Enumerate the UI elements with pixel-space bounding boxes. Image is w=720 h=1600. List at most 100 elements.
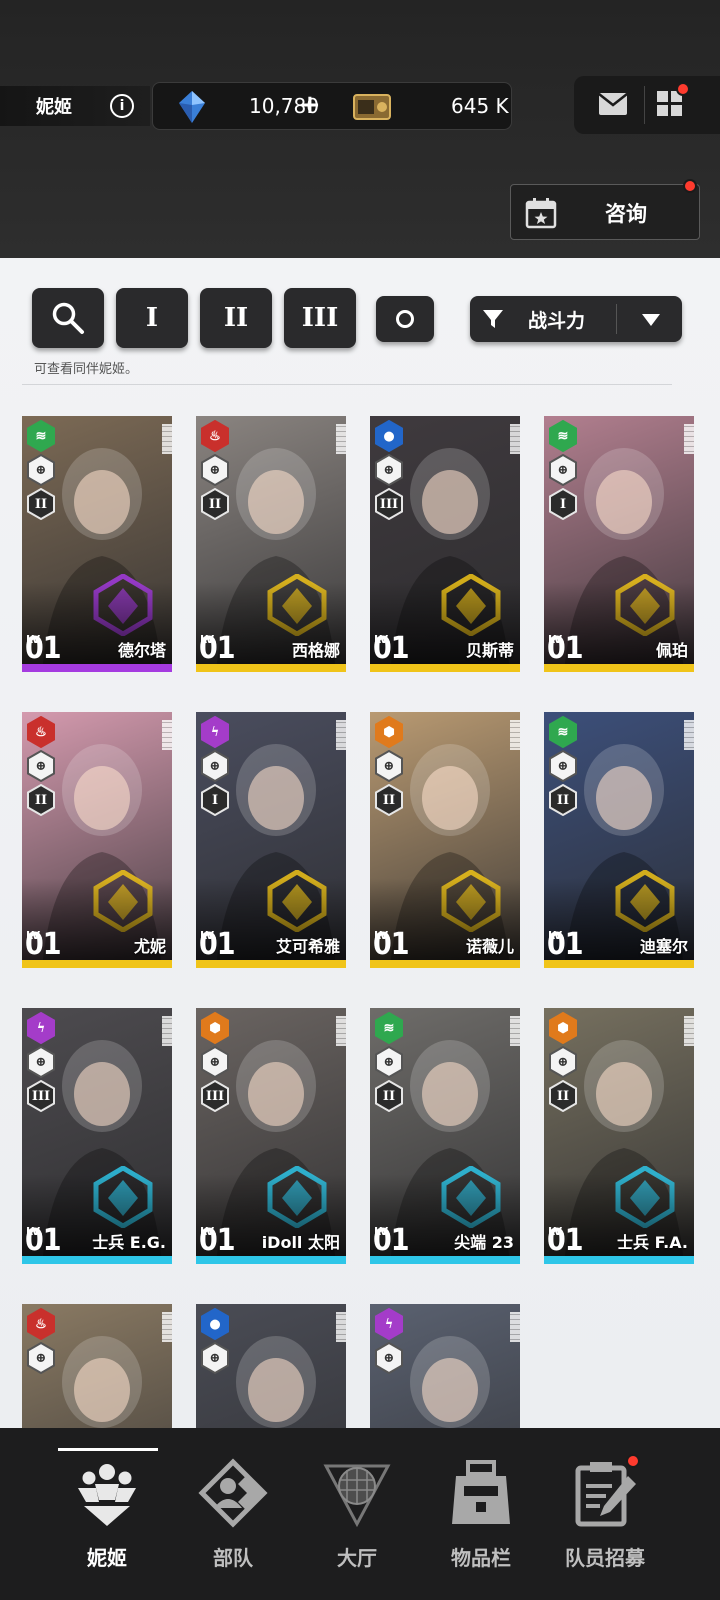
- consult-button[interactable]: 咨询: [510, 179, 700, 240]
- level-value: 01: [199, 927, 236, 962]
- barcode-decoration: [336, 1312, 346, 1342]
- nikke-card[interactable]: ϟ ⊕ III LV. 01 士兵 E.G.: [22, 1008, 172, 1264]
- nav-squad[interactable]: 部队: [168, 1428, 288, 1600]
- section-title: 妮姬: [36, 97, 72, 118]
- hint-text: 可查看同伴妮姬。: [34, 362, 139, 377]
- burst-label: II: [382, 1088, 396, 1104]
- burst-label: I: [211, 792, 219, 808]
- search-button[interactable]: [32, 288, 104, 348]
- divider: [644, 86, 645, 124]
- burst-type-icon: II: [374, 1080, 404, 1112]
- weapon-type-icon: ⊕: [374, 1046, 404, 1078]
- info-icon[interactable]: i: [110, 94, 134, 118]
- nikke-name: 尖端 23: [454, 1233, 514, 1252]
- nikke-card[interactable]: ♨ ⊕: [22, 1304, 172, 1428]
- gem-icon: [179, 91, 205, 123]
- level-value: 01: [199, 631, 236, 666]
- weapon-type-icon: ⊕: [200, 454, 230, 486]
- sort-dropdown[interactable]: 战斗力: [470, 296, 682, 342]
- nikke-card[interactable]: ● ⊕ III LV. 01 贝斯蒂: [370, 416, 520, 672]
- fire-element-icon: ♨: [26, 716, 56, 748]
- nikke-card[interactable]: ♨ ⊕ II LV. 01 尤妮: [22, 712, 172, 968]
- wind-element-icon: ≋: [548, 716, 578, 748]
- weapon-type-icon: ⊕: [374, 1342, 404, 1374]
- nav-recruit-label: 队员招募: [565, 1546, 645, 1570]
- chevron-down-icon: [642, 314, 660, 326]
- weapon-type-icon: ⊕: [200, 750, 230, 782]
- nikke-card[interactable]: ≋ ⊕ II LV. 01 尖端 23: [370, 1008, 520, 1264]
- filter-class-1-button[interactable]: I: [116, 288, 188, 348]
- weapon-type-icon: ⊕: [200, 1342, 230, 1374]
- burst-type-icon: III: [374, 488, 404, 520]
- nikke-card[interactable]: ≋ ⊕ I LV. 01 佩珀: [544, 416, 694, 672]
- inventory-icon: [452, 1460, 510, 1524]
- electric-element-icon: ϟ: [26, 1012, 56, 1044]
- burst-label: I: [559, 496, 567, 512]
- barcode-decoration: [684, 720, 694, 750]
- nav-recruit[interactable]: 队员招募: [540, 1428, 660, 1600]
- burst-type-icon: I: [200, 784, 230, 816]
- burst-type-icon: II: [200, 488, 230, 520]
- burst-label: II: [34, 496, 48, 512]
- barcode-decoration: [336, 720, 346, 750]
- filter-class-3-button[interactable]: III: [284, 288, 356, 348]
- credit-icon: [353, 94, 391, 120]
- divider: [616, 304, 617, 334]
- nikke-card[interactable]: ϟ ⊕: [370, 1304, 520, 1428]
- nikke-card[interactable]: ⬢ ⊕ II LV. 01 士兵 F.A.: [544, 1008, 694, 1264]
- nikke-name: 佩珀: [655, 641, 688, 660]
- nikke-card[interactable]: ≋ ⊕ II LV. 01 德尔塔: [22, 416, 172, 672]
- level-value: 01: [373, 1223, 410, 1258]
- nikke-name: iDoll 太阳: [261, 1233, 340, 1252]
- nikke-card[interactable]: ● ⊕: [196, 1304, 346, 1428]
- recruit-icon: [575, 1462, 636, 1527]
- burst-label: II: [382, 792, 396, 808]
- nav-lobby-label: 大厅: [337, 1546, 377, 1570]
- add-gems-button[interactable]: +: [299, 90, 321, 120]
- mail-icon[interactable]: [598, 92, 628, 116]
- calendar-icon: [525, 198, 557, 229]
- nav-lobby[interactable]: 大厅: [292, 1428, 412, 1600]
- weapon-type-icon: ⊕: [548, 750, 578, 782]
- nav-inventory[interactable]: 物品栏: [416, 1428, 536, 1600]
- nav-nikke[interactable]: 妮姬: [42, 1428, 162, 1600]
- wind-element-icon: ≋: [26, 420, 56, 452]
- top-bar: 妮姬 i 10,780 + 645 K 咨询: [0, 0, 720, 258]
- weapon-type-icon: ⊕: [26, 1046, 56, 1078]
- filter-all-button[interactable]: [376, 296, 434, 342]
- level-value: 01: [25, 631, 62, 666]
- nikke-name: 尤妮: [133, 937, 166, 956]
- nikke-card[interactable]: ♨ ⊕ II LV. 01 西格娜: [196, 416, 346, 672]
- barcode-decoration: [162, 1016, 172, 1046]
- nikke-card[interactable]: ϟ ⊕ I LV. 01 艾可希雅: [196, 712, 346, 968]
- notification-dot: [626, 1454, 640, 1468]
- barcode-decoration: [162, 1312, 172, 1342]
- nikke-card[interactable]: ⬢ ⊕ II LV. 01 诺薇儿: [370, 712, 520, 968]
- burst-type-icon: II: [26, 784, 56, 816]
- nikke-card[interactable]: ≋ ⊕ II LV. 01 迪塞尔: [544, 712, 694, 968]
- bottom-nav: 妮姬 部队 大厅 物品栏 队员招募: [0, 1428, 720, 1600]
- burst-label: II: [34, 792, 48, 808]
- weapon-type-icon: ⊕: [26, 1342, 56, 1374]
- nikke-list-panel: I II III 战斗力 可查看同伴妮姬。 ≋ ⊕ II LV. 01 德尔塔 ♨ ⊕ II LV…: [0, 258, 720, 1428]
- weapon-type-icon: ⊕: [548, 1046, 578, 1078]
- filter-class-2-button[interactable]: II: [200, 288, 272, 348]
- weapon-type-icon: ⊕: [374, 750, 404, 782]
- level-value: 01: [547, 927, 584, 962]
- nav-squad-label: 部队: [213, 1546, 253, 1570]
- level-value: 01: [547, 1223, 584, 1258]
- burst-type-icon: II: [374, 784, 404, 816]
- level-value: 01: [199, 1223, 236, 1258]
- burst-label: II: [556, 1088, 570, 1104]
- level-value: 01: [25, 1223, 62, 1258]
- weapon-type-icon: ⊕: [26, 750, 56, 782]
- barcode-decoration: [162, 720, 172, 750]
- nikke-name: 诺薇儿: [465, 937, 514, 956]
- level-value: 01: [373, 927, 410, 962]
- nikke-name: 艾可希雅: [275, 937, 340, 956]
- iron-element-icon: ⬢: [548, 1012, 578, 1044]
- nikke-card[interactable]: ⬢ ⊕ III LV. 01 iDoll 太阳: [196, 1008, 346, 1264]
- level-value: 01: [25, 927, 62, 962]
- weapon-type-icon: ⊕: [548, 454, 578, 486]
- nav-nikke-label: 妮姬: [87, 1546, 127, 1570]
